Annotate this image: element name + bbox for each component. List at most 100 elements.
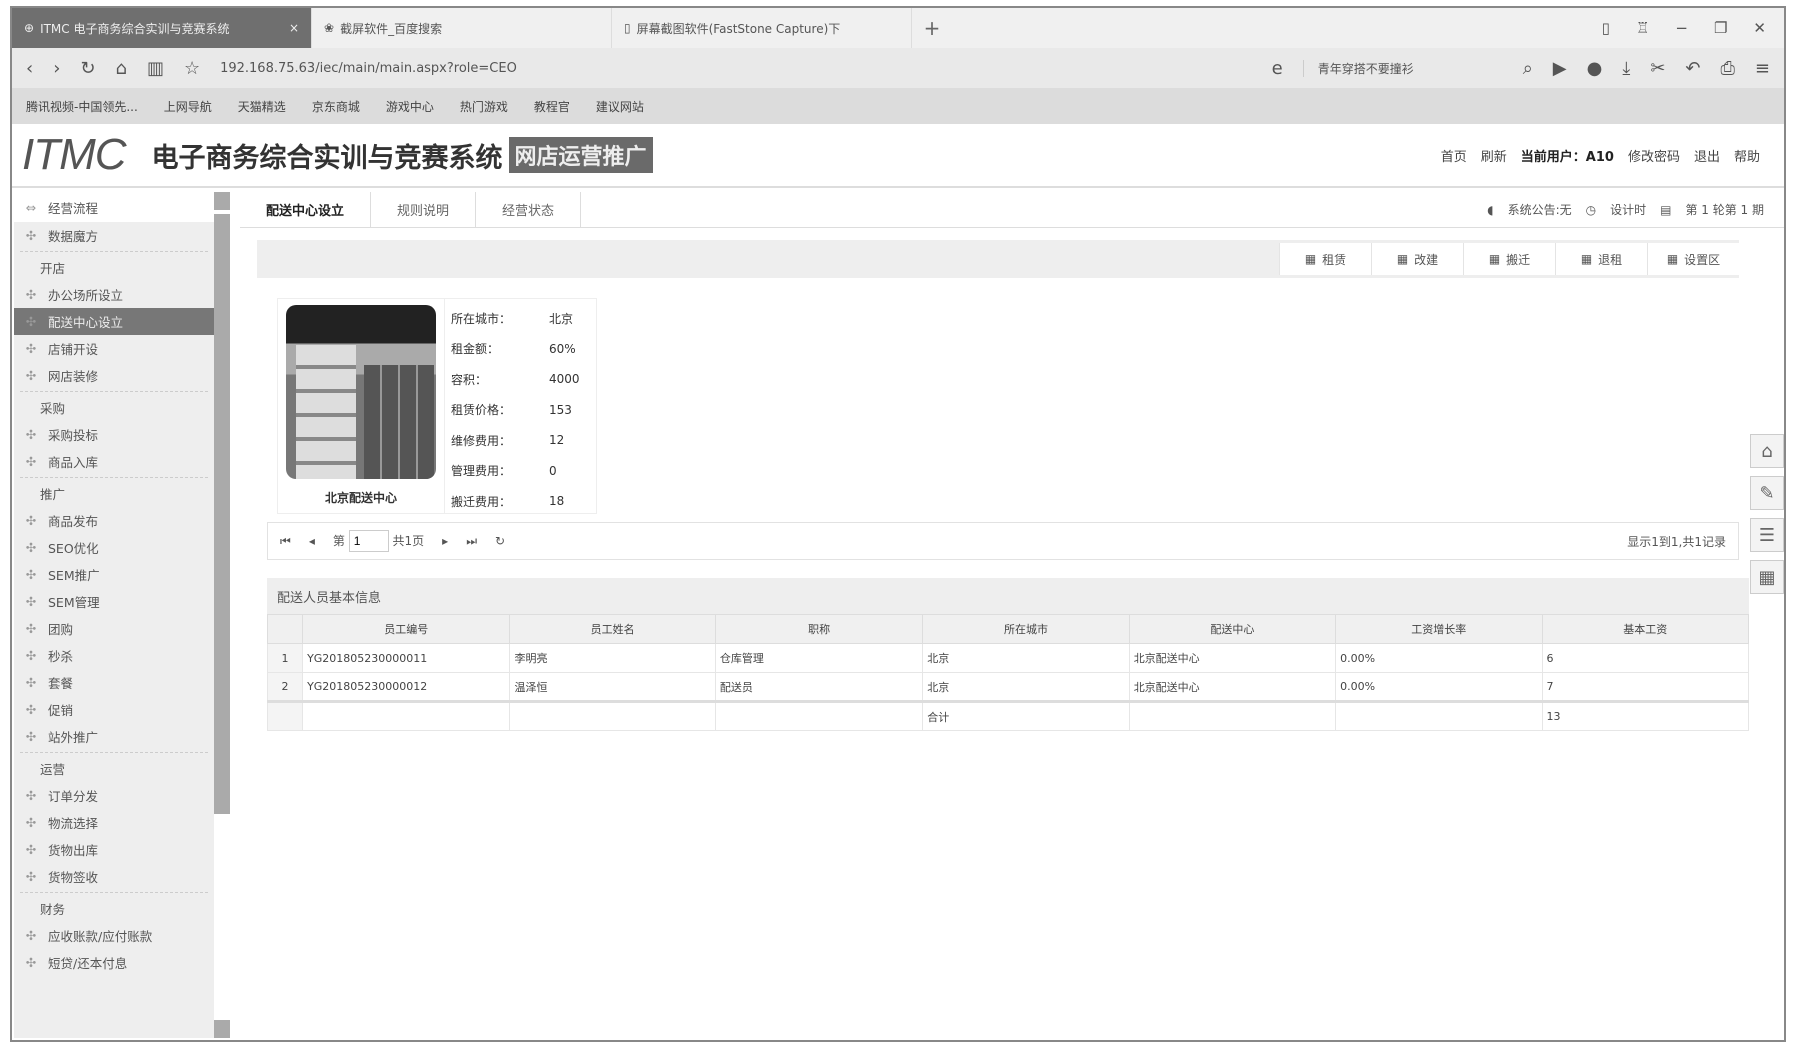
current-user-dropdown[interactable]: 当前用户：A10 xyxy=(1521,146,1614,165)
first-page-icon[interactable]: ⏮ xyxy=(280,534,291,549)
sidebar-scrollbar[interactable] xyxy=(214,192,230,1038)
sidebar-item[interactable]: ✣ 网店装修 xyxy=(14,362,214,389)
logout-link[interactable]: 退出 xyxy=(1694,146,1720,165)
calculator-icon[interactable]: ▦ xyxy=(1750,560,1784,594)
undo-icon[interactable]: ↶ xyxy=(1685,58,1700,79)
table-row[interactable]: 2 YG201805230000012 温泽恒 配送员 北京 北京配送中心 0.00% 7 xyxy=(266,672,1749,702)
home-icon[interactable]: ⌂ xyxy=(116,58,127,79)
sidebar-item[interactable]: ✣ 商品发布 xyxy=(14,507,214,534)
next-page-icon[interactable]: ▸ xyxy=(442,534,448,548)
bookmark[interactable]: 游戏中心 xyxy=(386,98,434,115)
change-password-link[interactable]: 修改密码 xyxy=(1628,146,1680,165)
reload-icon[interactable]: ↻ xyxy=(80,58,95,79)
sidebar-group: 采购 xyxy=(40,401,66,416)
sidebar-item[interactable]: ✣ 商品入库 xyxy=(14,448,214,475)
bookmark[interactable]: 教程官 xyxy=(534,98,570,115)
sidebar-item[interactable]: ✣ 促销 xyxy=(14,696,214,723)
back-icon[interactable]: ‹ xyxy=(26,58,33,79)
sidebar-header[interactable]: ⇔ 经营流程 xyxy=(14,192,214,222)
bookmark[interactable]: 热门游戏 xyxy=(460,98,508,115)
forward-icon[interactable]: › xyxy=(53,58,60,79)
sidebar-item[interactable]: ✣ 配送中心设立 xyxy=(14,308,214,335)
column-header[interactable]: 职称 xyxy=(714,614,924,644)
bookmark[interactable]: 腾讯视频-中国领先... xyxy=(26,98,138,115)
sidebar-item[interactable]: ✣ 采购投标 xyxy=(14,421,214,448)
table-row[interactable]: 1 YG201805230000011 李明亮 仓库管理 北京 北京配送中心 0.00% 6 xyxy=(266,643,1749,673)
list-icon[interactable]: ☰ xyxy=(1750,518,1784,552)
home-link[interactable]: 首页 xyxy=(1441,146,1467,165)
search-icon[interactable]: ⌕ xyxy=(1523,58,1533,79)
ie-icon[interactable]: e xyxy=(1272,58,1283,79)
column-header[interactable]: 配送中心 xyxy=(1128,614,1337,644)
sidebar-item[interactable]: ✣ 数据魔方 xyxy=(14,222,214,249)
column-header[interactable]: 工资增长率 xyxy=(1335,614,1543,644)
tab-status[interactable]: 经营状态 xyxy=(476,192,582,227)
help-link[interactable]: 帮助 xyxy=(1734,146,1760,165)
star-icon[interactable]: ☆ xyxy=(184,58,200,79)
column-header[interactable]: 基本工资 xyxy=(1541,614,1749,644)
shirt-icon[interactable]: ♖ xyxy=(1636,19,1649,37)
sidebar-item[interactable]: ✣ 站外推广 xyxy=(14,723,214,750)
inbox-icon[interactable]: ⌂ xyxy=(1750,434,1784,468)
bookmark[interactable]: 上网导航 xyxy=(164,98,212,115)
relocate-button[interactable]: ▦ 搬迁 xyxy=(1463,243,1555,275)
sidebar-item[interactable]: ✣ 货物签收 xyxy=(14,863,214,890)
table-cell: 7 xyxy=(1541,672,1749,702)
sidebar-item[interactable]: ✣ SEO优化 xyxy=(14,534,214,561)
sidebar-item[interactable]: ✣ 应收账款/应付账款 xyxy=(14,922,214,949)
node-icon: ✣ xyxy=(25,427,37,442)
warehouse-image xyxy=(286,305,436,479)
play-icon[interactable]: ▶ xyxy=(1553,58,1567,79)
sidebar-item[interactable]: ✣ 秒杀 xyxy=(14,642,214,669)
set-area-button[interactable]: ▦ 设置区 xyxy=(1647,243,1739,275)
node-icon: ✣ xyxy=(25,648,37,663)
bookmark[interactable]: 建议网站 xyxy=(596,98,644,115)
node-icon: ✣ xyxy=(25,567,37,582)
browser-tab[interactable]: ⊕ ITMC 电子商务综合实训与竞赛系统 × xyxy=(12,8,312,48)
tab-rules[interactable]: 规则说明 xyxy=(371,192,477,227)
prev-page-icon[interactable]: ◂ xyxy=(309,534,315,548)
restore-button[interactable]: ❐ xyxy=(1714,19,1727,37)
minimize-button[interactable]: − xyxy=(1675,19,1688,37)
close-tab-icon[interactable]: × xyxy=(289,21,299,35)
sidebar-item[interactable]: ✣ 短贷/还本付息 xyxy=(14,949,214,976)
sidebar-toggle-icon[interactable]: ▯ xyxy=(1602,19,1610,37)
browser-tab[interactable]: ❀ 截屏软件_百度搜索 xyxy=(312,8,612,48)
bookmark[interactable]: 京东商城 xyxy=(312,98,360,115)
bag-icon[interactable]: ⎙ xyxy=(1721,58,1735,79)
lease-button[interactable]: ▦ 租赁 xyxy=(1279,243,1371,275)
bookmark[interactable]: 天猫精选 xyxy=(238,98,286,115)
refresh-link[interactable]: 刷新 xyxy=(1481,146,1507,165)
distribution-center-card[interactable]: 北京配送中心 所在城市： 北京 租金额： 60% 容积： 4000 租赁价格： 153 维修费用… xyxy=(277,298,597,514)
sidebar-item[interactable]: ✣ 店铺开设 xyxy=(14,335,214,362)
refresh-icon[interactable]: ↻ xyxy=(495,534,505,548)
sidebar-item[interactable]: ✣ 团购 xyxy=(14,615,214,642)
browser-tab[interactable]: ▯ 屏幕截图软件(FastStone Capture)下 xyxy=(612,8,912,48)
sidebar-item[interactable]: ✣ 办公场所设立 xyxy=(14,281,214,308)
last-page-icon[interactable]: ⏭ xyxy=(466,534,477,549)
sidebar-item[interactable]: ✣ 货物出库 xyxy=(14,836,214,863)
sidebar-item[interactable]: ✣ 套餐 xyxy=(14,669,214,696)
sidebar-item[interactable]: ✣ 物流选择 xyxy=(14,809,214,836)
page-input[interactable] xyxy=(348,530,389,552)
url-input[interactable]: 192.168.75.63/iec/main/main.aspx?role=CE… xyxy=(220,61,1252,76)
reader-icon[interactable]: ▥ xyxy=(147,58,164,79)
system-notice: 系统公告:无 xyxy=(1507,203,1572,217)
column-header[interactable]: 员工姓名 xyxy=(509,614,716,644)
search-input[interactable]: 青年穿搭不要撞衫 xyxy=(1302,59,1503,77)
close-window-button[interactable]: ✕ xyxy=(1753,19,1766,37)
new-tab-button[interactable]: + xyxy=(912,16,952,40)
extension-icon[interactable]: ● xyxy=(1587,58,1603,79)
terminate-lease-button[interactable]: ▦ 退租 xyxy=(1555,243,1647,275)
sidebar-item[interactable]: ✣ SEM推广 xyxy=(14,561,214,588)
menu-icon[interactable]: ≡ xyxy=(1755,58,1770,79)
rebuild-button[interactable]: ▦ 改建 xyxy=(1371,243,1463,275)
download-icon[interactable]: ⤓ xyxy=(1622,58,1630,79)
scissors-icon[interactable]: ✂ xyxy=(1650,58,1665,79)
column-header[interactable]: 员工编号 xyxy=(302,614,511,644)
sidebar-item[interactable]: ✣ SEM管理 xyxy=(14,588,214,615)
sidebar-item[interactable]: ✣ 订单分发 xyxy=(14,782,214,809)
column-header[interactable]: 所在城市 xyxy=(922,614,1130,644)
tab-distribution-center[interactable]: 配送中心设立 xyxy=(240,192,372,227)
edit-icon[interactable]: ✎ xyxy=(1750,476,1784,510)
